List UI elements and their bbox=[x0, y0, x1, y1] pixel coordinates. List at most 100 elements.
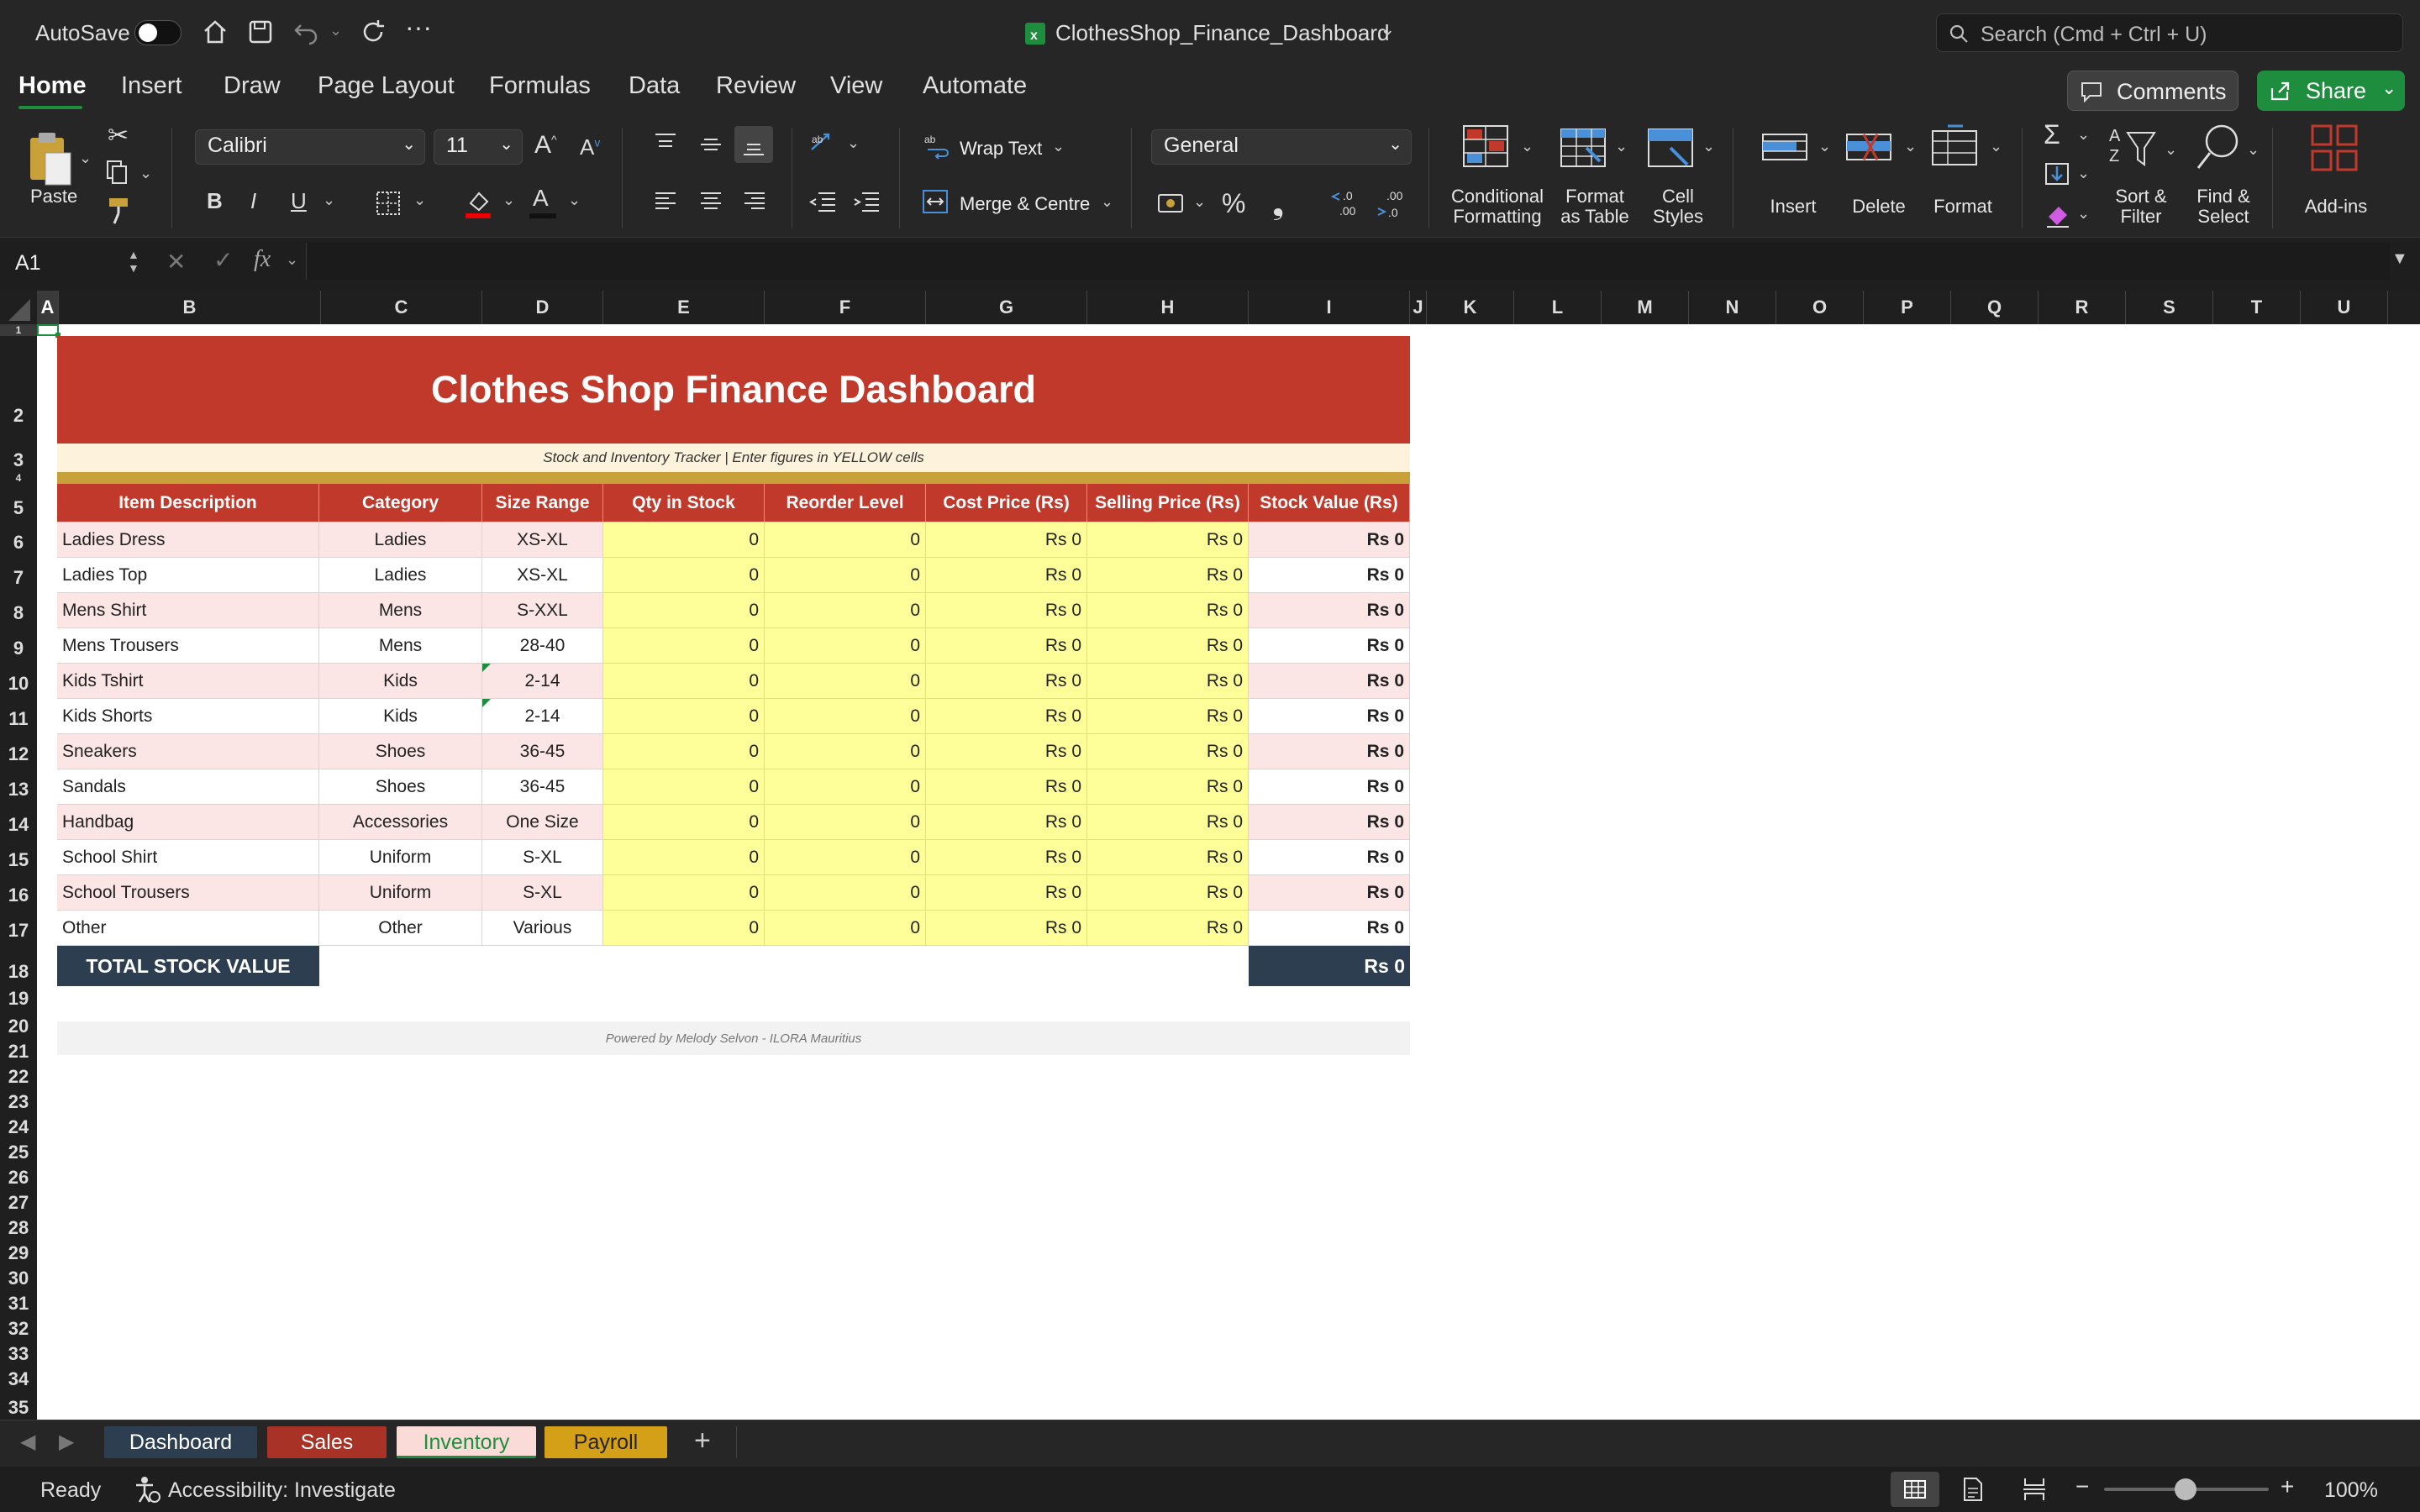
paste-chevron-icon[interactable]: ⌄ bbox=[79, 150, 92, 167]
wrap-text-label[interactable]: Wrap Text bbox=[960, 138, 1042, 160]
category-cell[interactable]: Uniform bbox=[319, 875, 482, 911]
underline-chevron-icon[interactable]: ⌄ bbox=[323, 192, 335, 209]
copy-icon[interactable] bbox=[104, 160, 133, 186]
category-cell[interactable]: Mens bbox=[319, 628, 482, 664]
underline-button[interactable]: U bbox=[291, 188, 307, 214]
size-range-cell[interactable]: S-XL bbox=[482, 875, 603, 911]
stock-value-cell[interactable]: Rs 0 bbox=[1249, 699, 1410, 734]
page-layout-view-icon[interactable] bbox=[1961, 1477, 1985, 1502]
cost-price-cell[interactable]: Rs 0 bbox=[926, 558, 1087, 593]
qty-in-stock-cell[interactable]: 0 bbox=[603, 840, 765, 875]
size-range-cell[interactable]: S-XL bbox=[482, 840, 603, 875]
row-header-30[interactable]: 30 bbox=[0, 1263, 37, 1289]
add-sheet-button[interactable]: + bbox=[694, 1425, 711, 1457]
selling-price-cell[interactable]: Rs 0 bbox=[1087, 558, 1249, 593]
row-header-31[interactable]: 31 bbox=[0, 1289, 37, 1314]
row-header-6[interactable]: 6 bbox=[0, 522, 37, 558]
reorder-level-cell[interactable]: 0 bbox=[765, 840, 926, 875]
stock-value-cell[interactable]: Rs 0 bbox=[1249, 805, 1410, 840]
cost-price-cell[interactable]: Rs 0 bbox=[926, 628, 1087, 664]
file-name-chevron-icon[interactable]: ⌄ bbox=[1380, 18, 1395, 40]
selling-price-cell[interactable]: Rs 0 bbox=[1087, 805, 1249, 840]
font-size-select[interactable]: 11 ⌄ bbox=[434, 129, 523, 165]
share-button[interactable]: Share ⌄ bbox=[2257, 71, 2405, 111]
orientation-chevron-icon[interactable]: ⌄ bbox=[847, 134, 860, 152]
row-header-3[interactable]: 3 bbox=[0, 444, 37, 472]
increase-font-size-icon[interactable]: A^ bbox=[534, 131, 557, 160]
row-header-35[interactable]: 35 bbox=[0, 1389, 37, 1420]
name-box[interactable]: A1 ▲ ▼ bbox=[0, 244, 148, 280]
qty-in-stock-cell[interactable]: 0 bbox=[603, 522, 765, 558]
selling-price-cell[interactable]: Rs 0 bbox=[1087, 522, 1249, 558]
row-header-29[interactable]: 29 bbox=[0, 1238, 37, 1263]
clear-icon[interactable] bbox=[2044, 202, 2072, 228]
qty-in-stock-cell[interactable]: 0 bbox=[603, 875, 765, 911]
stock-value-cell[interactable]: Rs 0 bbox=[1249, 593, 1410, 628]
tab-automate[interactable]: Automate bbox=[923, 72, 1027, 100]
stock-value-cell[interactable]: Rs 0 bbox=[1249, 664, 1410, 699]
size-range-cell[interactable]: 2-14 bbox=[482, 699, 603, 734]
size-range-cell[interactable]: 2-14 bbox=[482, 664, 603, 699]
column-header-g[interactable]: G bbox=[926, 291, 1087, 324]
row-header-10[interactable]: 10 bbox=[0, 664, 37, 699]
qty-in-stock-cell[interactable]: 0 bbox=[603, 664, 765, 699]
row-header-9[interactable]: 9 bbox=[0, 628, 37, 664]
row-header-20[interactable]: 20 bbox=[0, 1011, 37, 1037]
item-description-cell[interactable]: Mens Trousers bbox=[57, 628, 319, 664]
size-range-cell[interactable]: XS-XL bbox=[482, 522, 603, 558]
borders-icon[interactable] bbox=[375, 190, 402, 217]
find-select-button[interactable]: ⌄ Find & Select bbox=[2183, 123, 2264, 240]
size-range-cell[interactable]: 36-45 bbox=[482, 734, 603, 769]
cost-price-cell[interactable]: Rs 0 bbox=[926, 593, 1087, 628]
sheet-tab-payroll[interactable]: Payroll bbox=[544, 1426, 667, 1458]
column-header-q[interactable]: Q bbox=[1951, 291, 2039, 324]
accounting-chevron-icon[interactable]: ⌄ bbox=[1193, 193, 1206, 211]
size-range-cell[interactable]: One Size bbox=[482, 805, 603, 840]
row-header-26[interactable]: 26 bbox=[0, 1163, 37, 1188]
row-header-18[interactable]: 18 bbox=[0, 946, 37, 986]
merge-centre-label[interactable]: Merge & Centre bbox=[960, 193, 1090, 215]
column-header-s[interactable]: S bbox=[2126, 291, 2213, 324]
cost-price-cell[interactable]: Rs 0 bbox=[926, 911, 1087, 946]
reorder-level-cell[interactable]: 0 bbox=[765, 699, 926, 734]
column-header-b[interactable]: B bbox=[59, 291, 321, 324]
italic-button[interactable]: I bbox=[250, 188, 256, 214]
align-top-icon[interactable] bbox=[652, 131, 679, 158]
column-header-l[interactable]: L bbox=[1514, 291, 1602, 324]
column-header-u[interactable]: U bbox=[2301, 291, 2388, 324]
save-icon[interactable] bbox=[247, 18, 274, 45]
cancel-formula-icon[interactable]: ✕ bbox=[166, 248, 186, 276]
row-header-11[interactable]: 11 bbox=[0, 699, 37, 734]
column-header-o[interactable]: O bbox=[1776, 291, 1864, 324]
category-cell[interactable]: Ladies bbox=[319, 558, 482, 593]
row-header-24[interactable]: 24 bbox=[0, 1112, 37, 1137]
font-name-select[interactable]: Calibri ⌄ bbox=[195, 129, 425, 165]
qty-in-stock-cell[interactable]: 0 bbox=[603, 593, 765, 628]
tab-data[interactable]: Data bbox=[629, 72, 680, 100]
row-header-27[interactable]: 27 bbox=[0, 1188, 37, 1213]
merge-centre-chevron-icon[interactable]: ⌄ bbox=[1101, 193, 1113, 211]
worksheet-grid[interactable]: Clothes Shop Finance Dashboard Stock and… bbox=[37, 324, 2420, 1420]
row-header-22[interactable]: 22 bbox=[0, 1062, 37, 1087]
column-header-a[interactable]: A bbox=[37, 291, 59, 324]
autosave-toggle[interactable] bbox=[134, 20, 182, 45]
row-header-19[interactable]: 19 bbox=[0, 986, 37, 1011]
more-icon[interactable]: ··· bbox=[405, 12, 432, 43]
category-cell[interactable]: Other bbox=[319, 911, 482, 946]
qty-in-stock-cell[interactable]: 0 bbox=[603, 805, 765, 840]
row-header-4[interactable]: 4 bbox=[0, 472, 37, 484]
qty-in-stock-cell[interactable]: 0 bbox=[603, 699, 765, 734]
bold-button[interactable]: B bbox=[207, 188, 223, 214]
merge-centre-icon[interactable] bbox=[921, 188, 950, 215]
selling-price-cell[interactable]: Rs 0 bbox=[1087, 699, 1249, 734]
cost-price-cell[interactable]: Rs 0 bbox=[926, 522, 1087, 558]
search-box[interactable]: Search (Cmd + Ctrl + U) bbox=[1936, 13, 2403, 52]
home-icon[interactable] bbox=[202, 18, 229, 45]
undo-dropdown-icon[interactable]: ⌄ bbox=[329, 22, 342, 39]
cost-price-cell[interactable]: Rs 0 bbox=[926, 699, 1087, 734]
reorder-level-cell[interactable]: 0 bbox=[765, 664, 926, 699]
column-header-p[interactable]: P bbox=[1864, 291, 1951, 324]
row-header-2[interactable]: 2 bbox=[0, 336, 37, 444]
zoom-in-button[interactable]: + bbox=[2281, 1473, 2294, 1500]
wrap-text-chevron-icon[interactable]: ⌄ bbox=[1052, 138, 1065, 155]
